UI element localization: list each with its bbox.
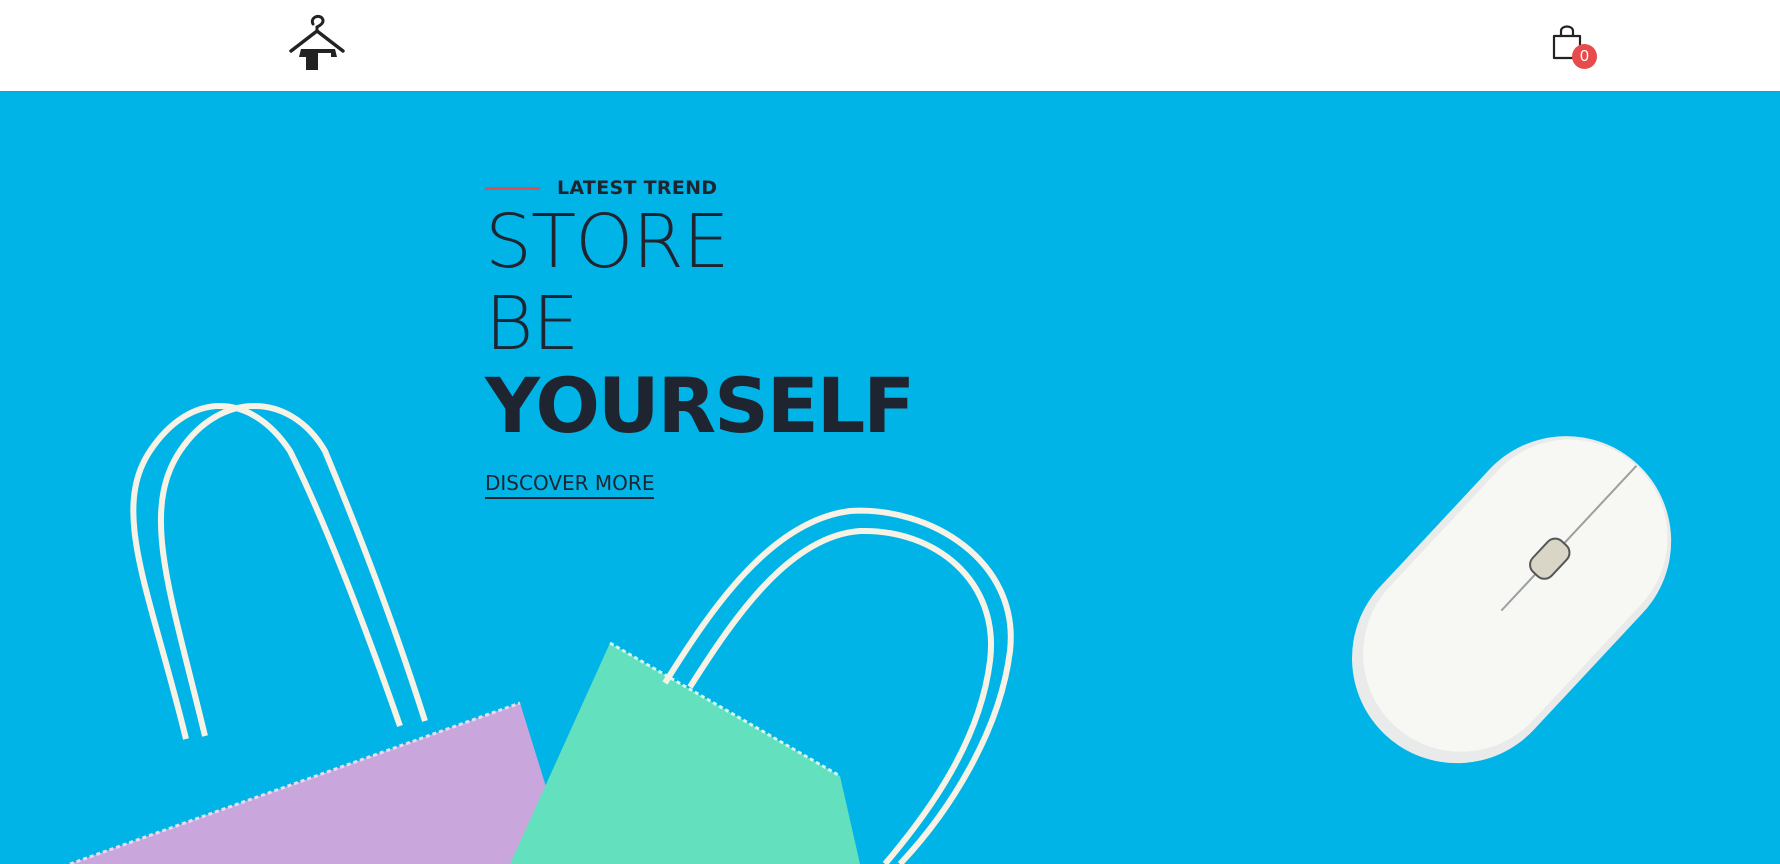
eyebrow-accent-line — [485, 186, 540, 190]
hero-text-block: LATEST TREND STORE BE YOURSELF DISCOVER … — [485, 177, 915, 499]
eyebrow: LATEST TREND — [485, 177, 913, 199]
top-navbar: 0 — [0, 0, 1780, 91]
discover-more-link[interactable]: DISCOVER MORE — [485, 471, 655, 499]
computer-mouse — [1352, 436, 1672, 764]
eyebrow-label: LATEST TREND — [557, 177, 718, 199]
headline-line-be: BE — [485, 281, 579, 367]
green-shopping-bag — [510, 507, 1014, 864]
headline-line-yourself: YOURSELF — [485, 361, 915, 450]
hero-headline: STORE BE YOURSELF — [485, 199, 915, 450]
hero-banner: LATEST TREND STORE BE YOURSELF DISCOVER … — [0, 91, 1780, 864]
cart-count-badge: 0 — [1572, 44, 1597, 69]
headline-line-store: STORE — [485, 199, 730, 285]
hanger-logo-icon[interactable] — [288, 13, 346, 71]
